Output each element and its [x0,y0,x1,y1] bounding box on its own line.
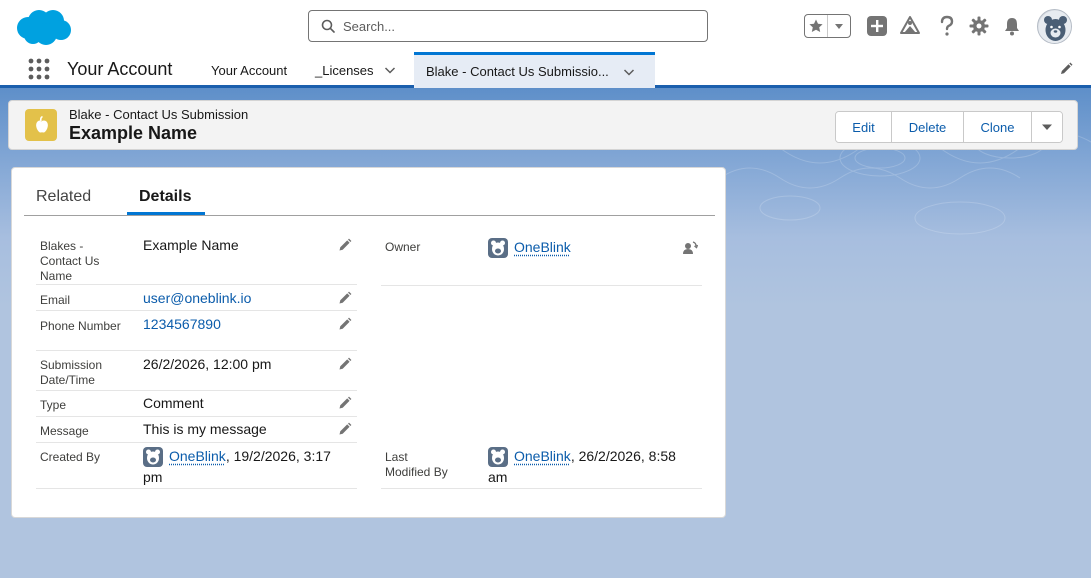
pencil-icon[interactable] [338,396,352,410]
nav-item-label: _Licenses [315,62,374,78]
global-actions-button[interactable] [865,14,889,38]
setup-button[interactable] [967,14,991,38]
details-card: Related Details Blakes - Contact Us Name… [11,167,726,518]
help-icon [940,15,954,36]
delete-button[interactable]: Delete [892,112,964,142]
last-modified-user-link[interactable]: OneBlink [514,448,571,464]
trailhead-button[interactable] [898,14,922,38]
notifications-button[interactable] [1000,14,1024,38]
field-label: Blakes - Contact Us Name [40,239,100,283]
field-label: Type [40,398,67,412]
field-label: Owner [385,240,421,254]
field-value: Example Name [143,237,239,253]
active-tab-indicator [127,212,205,215]
star-icon [809,19,823,32]
global-search[interactable] [308,10,708,42]
field-label-part: Last [385,450,408,464]
help-button[interactable] [935,14,959,38]
email-link[interactable]: user@oneblink.io [143,288,251,308]
field-value: OneBlink, 26/2/2026, 8:58 am [488,446,698,487]
change-owner-icon[interactable] [682,240,698,256]
field-value: OneBlink [488,237,571,259]
field-row-type: Type Comment [36,391,357,417]
clone-button[interactable]: Clone [964,112,1032,142]
pencil-icon[interactable] [338,357,352,371]
global-header [0,0,1091,52]
field-row-phone: Phone Number 1234567890 [36,311,357,351]
trailhead-icon [900,16,920,34]
nav-item-label: Blake - Contact Us Submissio... [426,64,609,79]
object-type-label: Blake - Contact Us Submission [69,107,249,122]
field-row-name: Blakes - Contact Us Name Example Name [36,234,357,285]
pencil-icon[interactable] [338,317,352,331]
field-label: Phone Number [40,319,121,333]
field-row-last-modified: Last Modified By OneBlink, 26/2/2026, 8:… [381,443,702,489]
field-label-part: Modified By [385,465,448,479]
chevron-down-icon[interactable] [384,64,396,76]
record-actions: Edit Delete Clone [835,111,1063,143]
created-by-user-link[interactable]: OneBlink [169,448,226,464]
add-icon [867,16,887,36]
salesforce-logo[interactable] [14,8,72,46]
bell-icon [1005,18,1019,36]
app-launcher-icon [28,58,50,80]
favorites-list-button[interactable] [828,15,850,37]
pencil-icon [1061,62,1073,74]
owner-user-link[interactable]: OneBlink [514,239,571,255]
created-date-suffix: pm [143,469,163,486]
pencil-icon[interactable] [338,291,352,305]
object-icon [25,109,57,141]
field-label: Last Modified By [385,450,473,480]
field-row-owner: Owner OneBlink [381,234,702,286]
nav-item-your-account[interactable]: Your Account [211,52,287,88]
field-row-message: Message This is my message [36,417,357,443]
modified-date-suffix: am [488,469,508,486]
phone-link[interactable]: 1234567890 [143,314,221,334]
edit-nav-button[interactable] [1059,62,1075,78]
field-row-created-by: Created By OneBlink, 19/2/2026, 3:17 pm [36,443,357,489]
caret-down-icon [1042,124,1052,130]
chevron-down-icon[interactable] [623,66,635,78]
app-name: Your Account [67,59,173,79]
user-icon [488,238,508,259]
field-value: 26/2/2026, 12:00 pm [143,356,272,372]
gear-icon [969,16,989,36]
nav-item-label: Your Account [211,62,288,78]
user-avatar[interactable] [1037,9,1072,44]
pencil-icon[interactable] [338,422,352,436]
apple-icon [36,115,48,133]
field-label: Submission Date/Time [40,358,103,387]
record-tabs: Related Details [24,168,715,216]
field-value: Comment [143,395,204,411]
favorites-group [804,14,851,38]
app-launcher-button[interactable] [28,58,50,80]
field-value: This is my message [143,421,267,437]
tab-details[interactable]: Details [139,188,191,206]
user-icon [488,447,508,468]
modified-date: , 26/2/2026, 8:58 [570,448,676,464]
field-row-email: Email user@oneblink.io [36,285,357,311]
field-label: Email [40,293,71,307]
field-row-submission: Submission Date/Time 26/2/2026, 12:00 pm [36,351,357,391]
edit-button[interactable]: Edit [836,112,892,142]
record-highlights: Blake - Contact Us Submission Example Na… [8,100,1078,150]
navigation-bar: Your Account Your Account _Licenses Blak… [0,52,1091,88]
field-label: Created By [40,450,101,464]
search-icon [321,19,335,33]
record-title: Example Name [69,123,198,143]
nav-item-current-record[interactable]: Blake - Contact Us Submissio... [414,52,655,88]
nav-item-licenses[interactable]: _Licenses [315,52,396,88]
bear-avatar-icon [1038,10,1071,43]
field-label: Message [40,424,89,438]
more-actions-button[interactable] [1032,112,1062,142]
created-date: , 19/2/2026, 3:17 [225,448,331,464]
field-value: OneBlink, 19/2/2026, 3:17 pm [143,446,353,487]
pencil-icon[interactable] [338,238,352,252]
tab-related[interactable]: Related [36,188,91,206]
search-input[interactable] [343,18,683,34]
caret-down-icon [834,24,843,29]
favorite-star-button[interactable] [805,15,828,37]
user-icon [143,447,163,468]
